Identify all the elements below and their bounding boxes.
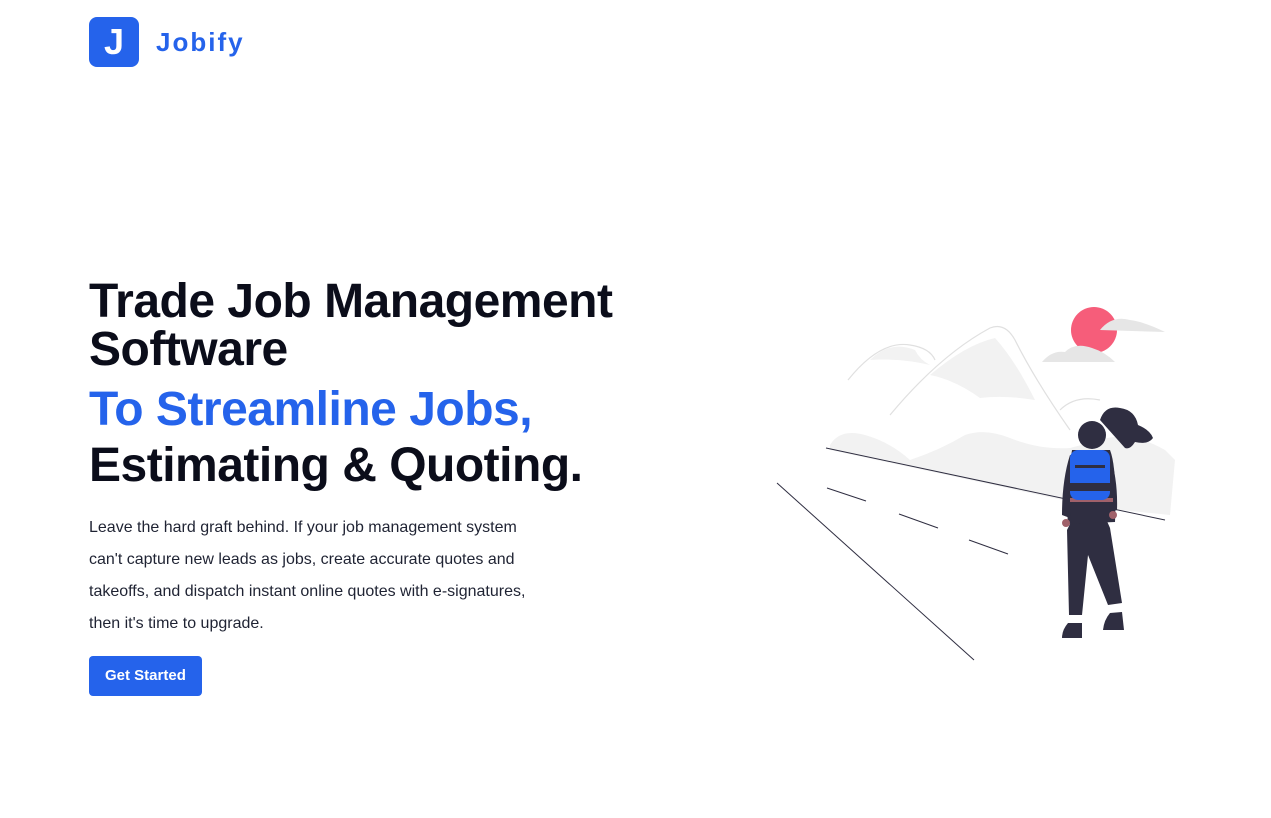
hiker-backpack [1070,450,1110,500]
hero-subline: Estimating & Quoting. [89,439,583,492]
logo-link[interactable]: J Jobify [89,17,245,67]
road-dash-1 [826,487,867,502]
hero-description: Leave the hard graft behind. If your job… [89,519,526,632]
landing-page: J Jobify Trade Job Management Software T… [0,0,1271,818]
road-dash-3 [968,539,1009,555]
mountain-small-fill [870,346,930,365]
logo-icon: J [89,17,139,67]
hiker-hand-right [1109,511,1117,519]
hiker-shoe-right [1103,612,1124,630]
hero-section: Trade Job Management Software To Streaml… [89,278,689,696]
hiker-legs [1067,512,1122,615]
road-dash-2 [898,513,939,529]
hero-accent-line: To Streamline Jobs, [89,383,533,436]
mountain-outline-right [1059,398,1101,411]
hiker-mountains-illustration [776,307,1175,661]
brand-name: Jobify [156,26,245,57]
hiker-shoe-left [1062,623,1082,638]
hiker-head [1078,421,1106,449]
road-near-edge [776,482,975,661]
hiker-backpack-band [1075,465,1105,468]
hiker-backpack-strap [1068,483,1112,491]
hiker-hand-left [1062,519,1070,527]
get-started-button[interactable]: Get Started [89,656,202,696]
hero-title: Trade Job Management Software [89,275,613,376]
